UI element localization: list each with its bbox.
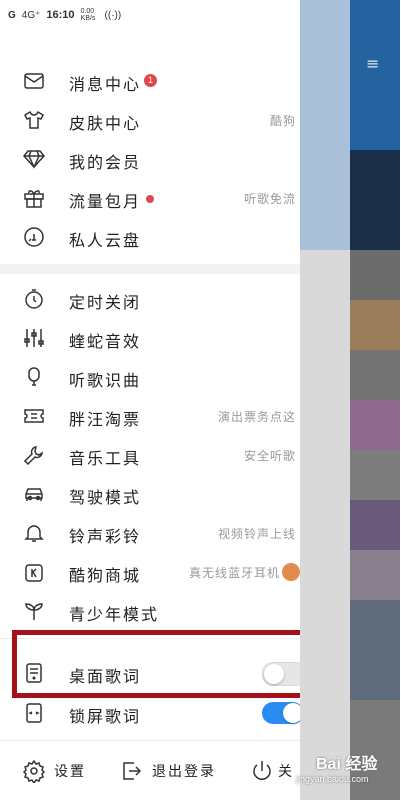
network-indicator: 4G⁺ bbox=[21, 9, 41, 21]
exit-label: 关 bbox=[278, 764, 294, 780]
equalizer-icon bbox=[22, 326, 46, 350]
gear-icon bbox=[22, 759, 46, 783]
logout-icon bbox=[123, 762, 142, 780]
power-icon bbox=[253, 761, 271, 780]
ticket-icon bbox=[22, 404, 46, 428]
car-icon bbox=[22, 482, 46, 506]
menu-item-label: 皮肤中心 bbox=[69, 114, 142, 133]
menu-item-music-tools[interactable]: 音乐工具 安全听歌 bbox=[0, 436, 300, 474]
menu-item-subtitle: 真无线蓝牙耳机 bbox=[188, 566, 280, 580]
menu-item-song-recognition[interactable]: 听歌识曲 bbox=[0, 358, 300, 396]
menu-item-teen-mode[interactable]: 青少年模式 bbox=[0, 592, 300, 630]
settings-label: 设置 bbox=[54, 764, 86, 780]
menu-item-data-plan[interactable]: 流量包月 听歌免流 bbox=[0, 179, 300, 217]
diamond-icon bbox=[22, 147, 46, 171]
menu-item-label: 定时关闭 bbox=[69, 293, 142, 312]
wrench-icon bbox=[22, 443, 46, 467]
watermark-brand: Bai 经验 bbox=[316, 756, 378, 773]
gift-icon bbox=[22, 186, 46, 210]
notification-dot bbox=[146, 195, 154, 203]
bottom-bar: 设置 退出登录 关 bbox=[0, 740, 300, 801]
menu-item-store[interactable]: 酷狗商城 真无线蓝牙耳机 bbox=[0, 553, 300, 591]
settings-button[interactable]: 设置 bbox=[22, 757, 86, 785]
menu-item-messages[interactable]: 消息中心 1 bbox=[0, 62, 300, 100]
menu-item-subtitle: 酷狗 bbox=[269, 114, 296, 128]
network-speed: 0.00 KB/s bbox=[80, 8, 96, 22]
menu-item-label: 消息中心 bbox=[69, 75, 142, 94]
menu-item-label: 听歌识曲 bbox=[69, 371, 142, 390]
timer-icon bbox=[22, 287, 46, 311]
menu-item-ringtones[interactable]: 铃声彩铃 视频铃声上线 bbox=[0, 514, 300, 552]
envelope-icon bbox=[22, 69, 46, 93]
cloud-icon bbox=[22, 225, 46, 249]
menu-icon[interactable]: ≡ bbox=[366, 54, 379, 73]
menu-item-membership[interactable]: 我的会员 bbox=[0, 140, 300, 178]
background-app-overlay[interactable]: ≡ bbox=[300, 0, 401, 800]
menu-item-label: 青少年模式 bbox=[69, 605, 160, 624]
menu-item-label: 酷狗商城 bbox=[69, 566, 142, 585]
menu-item-sound-effects[interactable]: 蝰蛇音效 bbox=[0, 319, 300, 357]
wifi-icon: ((·)) bbox=[104, 9, 122, 21]
menu-item-subtitle: 演出票务点这 bbox=[217, 410, 296, 424]
menu-item-label: 音乐工具 bbox=[69, 449, 142, 468]
shirt-icon bbox=[22, 108, 46, 132]
sprout-icon bbox=[22, 599, 46, 623]
menu-item-label: 流量包月 bbox=[69, 192, 142, 211]
menu-item-label: 蝰蛇音效 bbox=[69, 332, 142, 351]
menu-item-tickets[interactable]: 胖汪淘票 演出票务点这 bbox=[0, 397, 300, 435]
menu-item-label: 驾驶模式 bbox=[69, 488, 142, 507]
menu-item-driving-mode[interactable]: 驾驶模式 bbox=[0, 475, 300, 513]
logout-button[interactable]: 退出登录 bbox=[120, 757, 216, 785]
menu-item-subtitle: 听歌免流 bbox=[243, 192, 296, 206]
exit-button[interactable]: 关 bbox=[250, 757, 294, 785]
menu-item-lockscreen-lyrics[interactable]: 锁屏歌词 bbox=[0, 694, 304, 732]
menu-item-label: 胖汪淘票 bbox=[69, 410, 142, 429]
section-divider bbox=[0, 264, 300, 274]
status-bar: G 4G⁺ 16:10 0.00 KB/s ((·)) bbox=[0, 0, 300, 34]
signal-indicator: G bbox=[8, 9, 16, 21]
menu-item-cloud-drive[interactable]: 私人云盘 bbox=[0, 218, 300, 256]
menu-item-label: 锁屏歌词 bbox=[69, 707, 142, 726]
message-count-badge: 1 bbox=[144, 74, 157, 87]
menu-item-subtitle: 视频铃声上线 bbox=[217, 527, 296, 541]
clock: 16:10 bbox=[46, 9, 75, 21]
store-icon bbox=[22, 560, 46, 584]
menu-item-label: 我的会员 bbox=[69, 153, 142, 172]
lockscreen-lyrics-toggle[interactable] bbox=[262, 702, 304, 724]
watermark-url: jingyan.baidu.com bbox=[296, 774, 369, 784]
menu-item-skins[interactable]: 皮肤中心 酷狗 bbox=[0, 101, 300, 139]
menu-item-label: 铃声彩铃 bbox=[69, 527, 142, 546]
menu-item-label: 私人云盘 bbox=[69, 231, 142, 250]
bell-icon bbox=[22, 521, 46, 545]
menu-item-subtitle: 安全听歌 bbox=[243, 449, 296, 463]
product-thumbnail bbox=[282, 563, 300, 581]
lockscreen-lyrics-icon bbox=[22, 701, 46, 725]
highlight-box bbox=[12, 630, 315, 698]
menu-item-sleep-timer[interactable]: 定时关闭 bbox=[0, 280, 300, 318]
microphone-icon bbox=[22, 365, 46, 389]
logout-label: 退出登录 bbox=[152, 764, 216, 780]
